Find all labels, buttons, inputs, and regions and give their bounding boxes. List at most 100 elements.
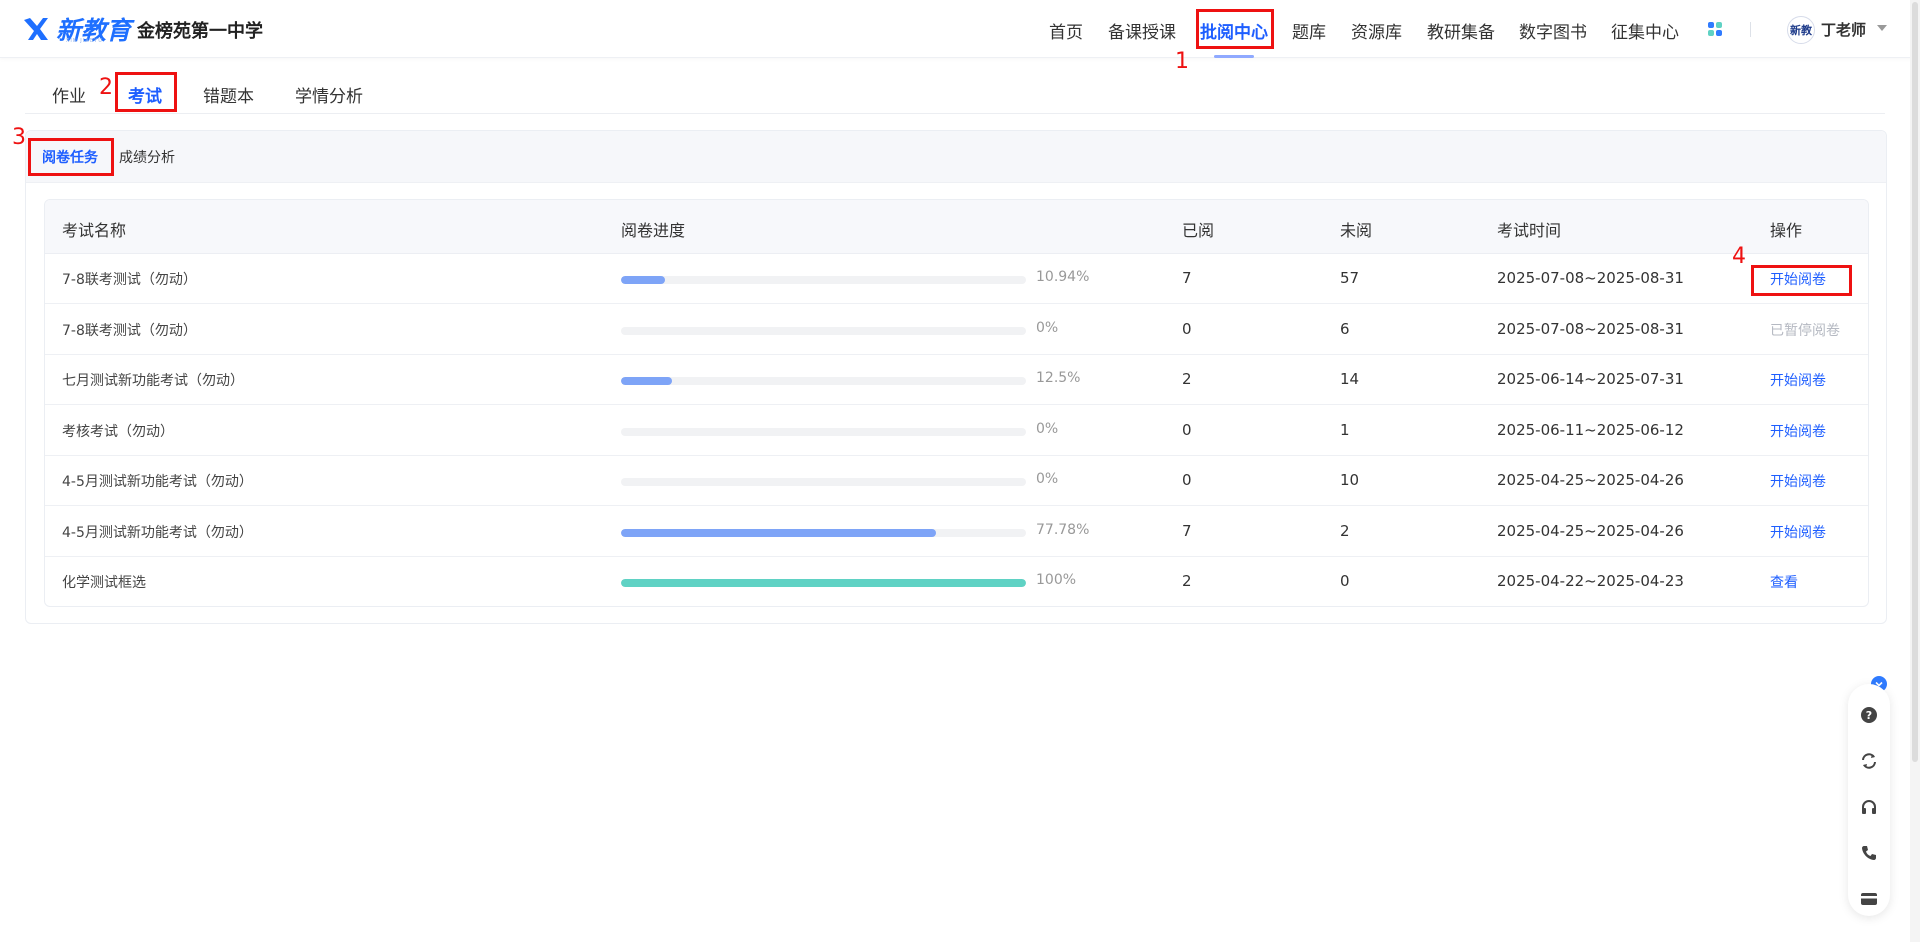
progress-fill [621,276,666,284]
progress-bar [621,276,1026,284]
exam-name: 7-8联考测试（勿动） [62,272,197,288]
user-name[interactable]: 丁老师 [1821,19,1866,40]
floating-toolbar: ? [1848,684,1890,916]
school-name: 金榜苑第一中学 [137,21,263,42]
unread-count: 0 [1340,572,1350,590]
unread-count: 2 [1340,521,1350,540]
apps-icon[interactable] [1708,22,1723,37]
col-exam-time: 考试时间 [1497,221,1562,240]
nav-question-bank[interactable]: 题库 [1292,18,1326,43]
exam-name: 4-5月测试新功能考试（勿动） [62,524,253,541]
progress-bar [621,528,1026,537]
exam-time: 2025-07-08~2025-08-31 [1497,269,1684,287]
exam-time: 2025-06-14~2025-07-31 [1497,370,1684,388]
phone-icon[interactable] [1858,842,1880,864]
scrollbar-thumb[interactable] [1912,2,1918,762]
page: 新教育 XIN JIAOYU 金榜苑第一中学 首页 备课授课 批阅中心 题库 资… [0,0,1920,942]
unread-count: 14 [1340,370,1360,388]
table-row: 4-5月测试新功能考试（勿动） 77.78% 7 2 2025-04-25~2025-0… [45,507,1868,557]
progress-fill [621,579,1026,587]
exam-panel: 阅卷任务 成绩分析 考试名称 阅卷进度 已阅 未阅 考试时间 操作 7-8联考测… [25,130,1887,624]
exam-name: 化学测试框选 [62,575,146,591]
exam-time: 2025-04-25~2025-04-26 [1497,521,1684,540]
headset-icon[interactable] [1858,796,1880,818]
col-action: 操作 [1770,221,1803,240]
annotation-number-1: 1 [1175,49,1189,74]
progress-percent: 0% [1036,471,1059,487]
progress-bar [621,478,1026,486]
logo-subtext: XIN JIAOYU [66,38,103,44]
read-count: 0 [1182,420,1192,439]
table-row: 7-8联考测试（勿动） 0% 0 6 2025-07-08~2025-08-31 已暂停阅… [45,305,1868,355]
action-disabled-label: 已暂停阅卷 [1770,322,1840,339]
chevron-down-icon[interactable] [1877,25,1887,31]
action-link[interactable]: 开始阅卷 [1770,522,1826,542]
nav-digital-books[interactable]: 数字图书 [1519,18,1587,43]
unread-count: 57 [1340,269,1360,287]
main-tabs: 作业 考试 错题本 学情分析 [25,78,1885,114]
table-row: 4-5月测试新功能考试（勿动） 0% 0 10 2025-04-25~2025-04-2… [45,456,1868,506]
progress-fill [621,528,936,537]
table-row: 7-8联考测试（勿动） 10.94% 7 57 2025-07-08~2025-08-3… [45,254,1868,304]
progress-bar [621,326,1026,335]
progress-fill [621,377,672,385]
action-link[interactable]: 查看 [1770,572,1798,592]
progress-bar [621,377,1026,385]
nav-lesson-prep[interactable]: 备课授课 [1108,18,1176,43]
tab-homework[interactable]: 作业 [52,82,86,107]
table-row: 化学测试框选 100% 2 0 2025-04-22~2025-04-23 查看 [45,557,1868,606]
action-link[interactable]: 开始阅卷 [1770,370,1826,390]
action-link[interactable]: 开始阅卷 [1770,471,1826,491]
read-count: 2 [1182,370,1192,388]
col-exam-name: 考试名称 [62,221,127,240]
exam-name: 考核考试（勿动） [62,423,174,440]
read-count: 0 [1182,471,1192,489]
action-link[interactable]: 开始阅卷 [1770,421,1826,441]
nav-home[interactable]: 首页 [1049,18,1083,43]
progress-percent: 0% [1036,319,1059,336]
exam-name: 4-5月测试新功能考试（勿动） [62,474,253,490]
table-row: 七月测试新功能考试（勿动） 12.5% 2 14 2025-06-14~2025-07-… [45,355,1868,405]
card-icon[interactable] [1858,888,1880,910]
nav-collection-center[interactable]: 征集中心 [1611,18,1679,43]
unread-count: 10 [1340,471,1360,489]
nav-resource-library[interactable]: 资源库 [1351,18,1402,43]
sub-tabs: 阅卷任务 成绩分析 [26,131,1886,183]
help-icon[interactable]: ? [1858,704,1880,726]
exam-time: 2025-04-25~2025-04-26 [1497,471,1684,489]
header-divider [1750,22,1751,37]
progress-percent: 0% [1036,420,1059,437]
refresh-icon[interactable] [1858,750,1880,772]
progress-bar [621,579,1026,587]
grading-table: 考试名称 阅卷进度 已阅 未阅 考试时间 操作 7-8联考测试（勿动） 10.94… [44,199,1869,607]
progress-percent: 10.94% [1036,269,1090,285]
read-count: 2 [1182,572,1192,590]
avatar[interactable]: 新教 [1787,16,1815,44]
table-header: 考试名称 阅卷进度 已阅 未阅 考试时间 操作 [45,200,1868,254]
read-count: 7 [1182,521,1192,540]
nav-teaching-research[interactable]: 教研集备 [1427,18,1495,43]
exam-name: 七月测试新功能考试（勿动） [62,373,244,389]
nav-active-indicator [1214,55,1254,58]
annotation-number-2: 2 [99,75,113,100]
exam-time: 2025-04-22~2025-04-23 [1497,572,1684,590]
table-row: 考核考试（勿动） 0% 0 1 2025-06-11~2025-06-12 开始阅卷 [45,406,1868,456]
annotation-box-2 [115,72,177,112]
annotation-box-4 [1751,265,1852,296]
read-count: 7 [1182,269,1192,287]
top-header: 新教育 XIN JIAOYU 金榜苑第一中学 首页 备课授课 批阅中心 题库 资… [0,0,1920,58]
col-unread: 未阅 [1340,221,1373,240]
progress-percent: 100% [1036,572,1077,588]
tab-learning-analysis[interactable]: 学情分析 [295,82,363,107]
progress-bar [621,427,1026,436]
progress-percent: 77.78% [1036,521,1090,538]
annotation-number-4: 4 [1732,244,1746,269]
col-progress: 阅卷进度 [621,221,686,240]
tab-mistake-book[interactable]: 错题本 [203,82,254,107]
subtab-score-analysis[interactable]: 成绩分析 [119,147,175,167]
exam-time: 2025-06-11~2025-06-12 [1497,420,1684,439]
col-read: 已阅 [1182,221,1215,240]
svg-text:?: ? [1866,709,1872,722]
read-count: 0 [1182,319,1192,338]
logo[interactable]: 新教育 XIN JIAOYU [22,12,131,46]
